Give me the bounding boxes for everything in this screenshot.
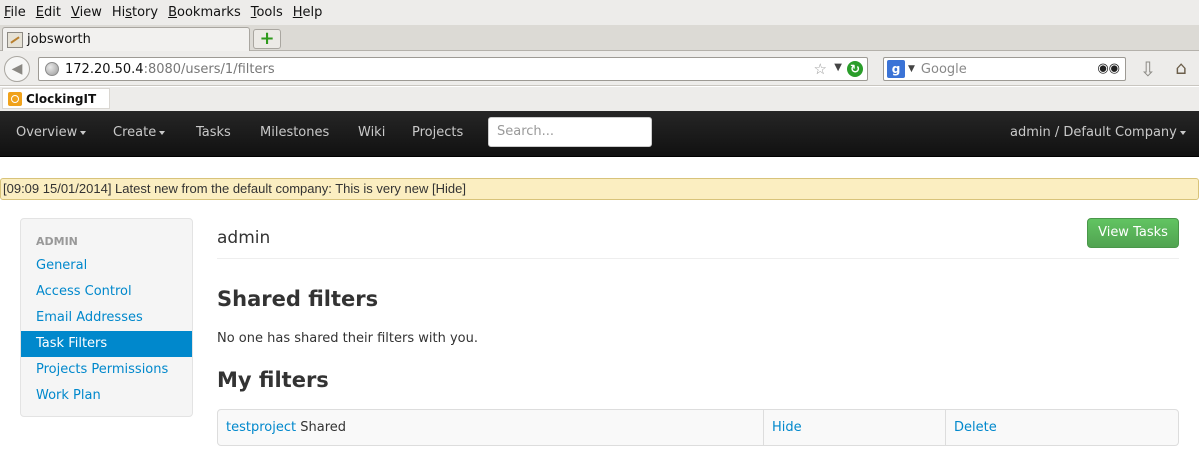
filter-hide-cell: Hide: [763, 410, 945, 445]
filter-delete-cell: Delete: [945, 410, 1178, 445]
nav-overview[interactable]: Overview: [16, 111, 86, 157]
menu-file[interactable]: File: [4, 5, 26, 20]
nav-wiki[interactable]: Wiki: [358, 111, 385, 157]
sidebar-item-task-filters[interactable]: Task Filters: [21, 331, 192, 357]
shared-filters-empty-text: No one has shared their filters with you…: [217, 331, 478, 346]
app-search-input[interactable]: Search...: [488, 117, 652, 147]
filter-hide-link[interactable]: Hide: [772, 420, 802, 435]
google-engine-icon[interactable]: g: [887, 60, 905, 78]
url-history-dropdown-icon[interactable]: ▼: [834, 62, 842, 73]
nav-milestones[interactable]: Milestones: [260, 111, 329, 157]
page-favicon-icon: [7, 31, 23, 48]
back-arrow-icon: ◀: [11, 61, 23, 77]
url-path: :8080/users/1/filters: [143, 61, 275, 77]
my-filters-heading: My filters: [217, 368, 329, 392]
plus-icon: +: [259, 28, 275, 49]
menu-help[interactable]: Help: [293, 5, 323, 20]
reload-icon[interactable]: ↻: [847, 61, 863, 77]
tab-title: jobsworth: [27, 32, 91, 47]
url-host: 172.20.50.4: [65, 61, 144, 77]
bookmark-label: ClockingIT: [26, 91, 97, 106]
filter-delete-link[interactable]: Delete: [954, 420, 997, 435]
sidebar-header: ADMIN: [36, 235, 78, 248]
engine-dropdown-icon[interactable]: ▼: [908, 64, 915, 74]
menu-history[interactable]: History: [112, 5, 158, 20]
nav-tasks[interactable]: Tasks: [196, 111, 231, 157]
my-filters-table: testproject Shared Hide Delete: [217, 409, 1179, 446]
page-title: admin: [217, 228, 271, 248]
sidebar-item-projects-permissions[interactable]: Projects Permissions: [21, 357, 192, 383]
home-icon[interactable]: ⌂: [1170, 58, 1192, 80]
table-row: testproject Shared: [218, 410, 763, 445]
bookmark-clockingit[interactable]: ClockingIT: [2, 88, 110, 109]
sidebar-item-general[interactable]: General: [21, 253, 192, 279]
nav-projects[interactable]: Projects: [412, 111, 463, 157]
browser-tab[interactable]: jobsworth: [2, 27, 250, 51]
user-menu[interactable]: admin / Default Company: [1010, 111, 1186, 157]
web-search-placeholder: Google: [920, 61, 967, 77]
bookmarks-toolbar: ClockingIT: [0, 87, 1199, 111]
admin-sidebar: ADMIN General Access Control Email Addre…: [20, 218, 193, 417]
new-tab-button[interactable]: +: [253, 29, 281, 49]
url-bar[interactable]: 172.20.50.4:8080/users/1/filters ☆ ▼ ↻: [38, 57, 868, 81]
title-divider: [217, 258, 1179, 259]
filter-status: Shared: [300, 420, 347, 435]
sidebar-item-access-control[interactable]: Access Control: [21, 279, 192, 305]
tab-strip: jobsworth +: [0, 25, 1199, 51]
sidebar-item-email-addresses[interactable]: Email Addresses: [21, 305, 192, 331]
menu-edit[interactable]: Edit: [36, 5, 61, 20]
nav-create[interactable]: Create: [113, 111, 165, 157]
menu-tools[interactable]: Tools: [251, 5, 283, 20]
browser-toolbar: ◀ 172.20.50.4:8080/users/1/filters ☆ ▼ ↻…: [0, 51, 1199, 86]
search-binoculars-icon[interactable]: ◉◉: [1097, 61, 1120, 76]
site-identity-icon[interactable]: [45, 62, 59, 76]
filter-name-link[interactable]: testproject: [226, 420, 296, 435]
clock-icon: [8, 91, 22, 106]
sidebar-item-work-plan[interactable]: Work Plan: [21, 383, 192, 409]
app-navbar: Overview Create Tasks Milestones Wiki Pr…: [0, 111, 1199, 157]
shared-filters-heading: Shared filters: [217, 287, 379, 311]
menu-view[interactable]: View: [71, 5, 102, 20]
menu-bookmarks[interactable]: Bookmarks: [168, 5, 241, 20]
back-button[interactable]: ◀: [4, 56, 30, 82]
view-tasks-button[interactable]: View Tasks: [1087, 218, 1179, 248]
downloads-icon[interactable]: ⇩: [1138, 58, 1158, 80]
web-search-bar[interactable]: g ▼ Google ◉◉: [883, 57, 1126, 81]
bookmark-star-icon[interactable]: ☆: [814, 60, 827, 78]
browser-menubar: File Edit View History Bookmarks Tools H…: [0, 0, 1199, 25]
news-banner: [09:09 15/01/2014] Latest new from the d…: [0, 178, 1199, 200]
